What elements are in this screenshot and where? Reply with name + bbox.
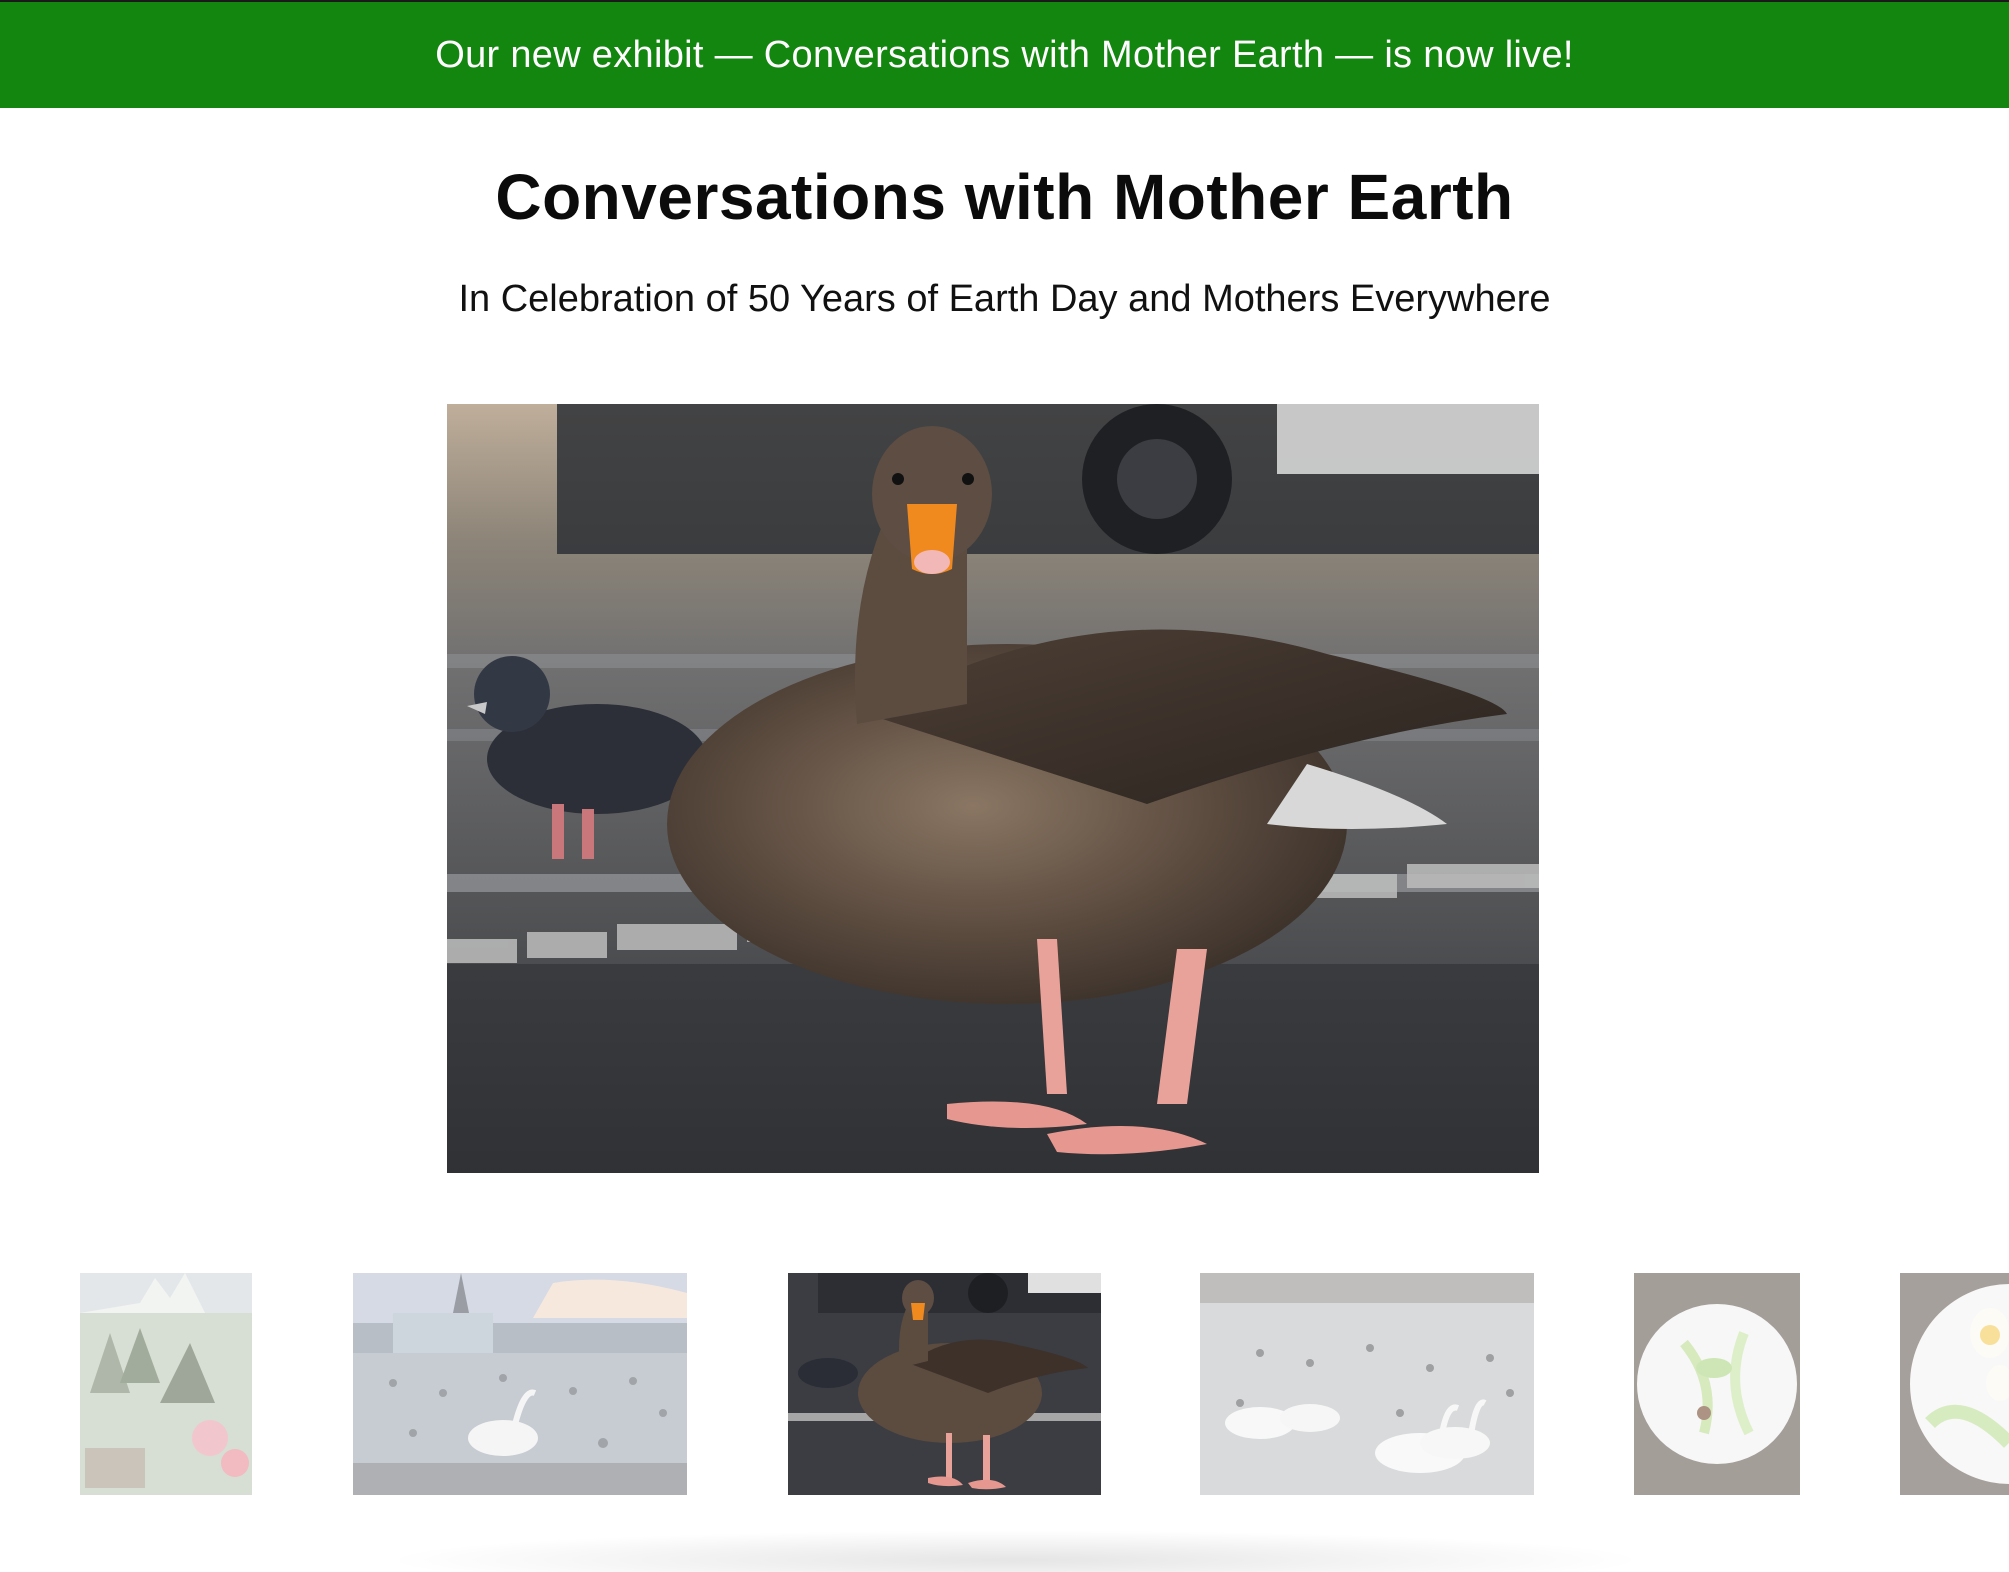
exhibit-title: Conversations with Mother Earth xyxy=(495,161,1514,233)
botanical-illustration-image xyxy=(80,1273,252,1495)
goose-thumbnail-image xyxy=(788,1273,1101,1495)
content-shadow xyxy=(380,1530,1650,1572)
egg-cucumber-image xyxy=(1900,1273,2009,1495)
thumbnail-swan-lake-church[interactable] xyxy=(353,1273,687,1495)
thumbnail-goose-selected[interactable] xyxy=(788,1273,1101,1495)
thumbnail-strip xyxy=(0,1273,2009,1495)
main-gallery-image[interactable] xyxy=(447,404,1539,1173)
swans-water-image xyxy=(1200,1273,1534,1495)
thumbnail-egg-plate[interactable] xyxy=(1900,1273,2009,1495)
exhibit-subtitle: In Celebration of 50 Years of Earth Day … xyxy=(458,278,1551,320)
announcement-text: Our new exhibit — Conversations with Mot… xyxy=(435,33,1574,76)
page: Our new exhibit — Conversations with Mot… xyxy=(0,0,2009,1572)
announcement-banner[interactable]: Our new exhibit — Conversations with Mot… xyxy=(0,2,2009,108)
cucumber-mantis-image xyxy=(1634,1273,1800,1495)
thumbnail-cucumber-plate[interactable] xyxy=(1634,1273,1800,1495)
thumbnail-botanical-garden[interactable] xyxy=(80,1273,252,1495)
goose-photo xyxy=(447,404,1539,1173)
thumbnail-swans-water[interactable] xyxy=(1200,1273,1534,1495)
swan-church-image xyxy=(353,1273,687,1495)
